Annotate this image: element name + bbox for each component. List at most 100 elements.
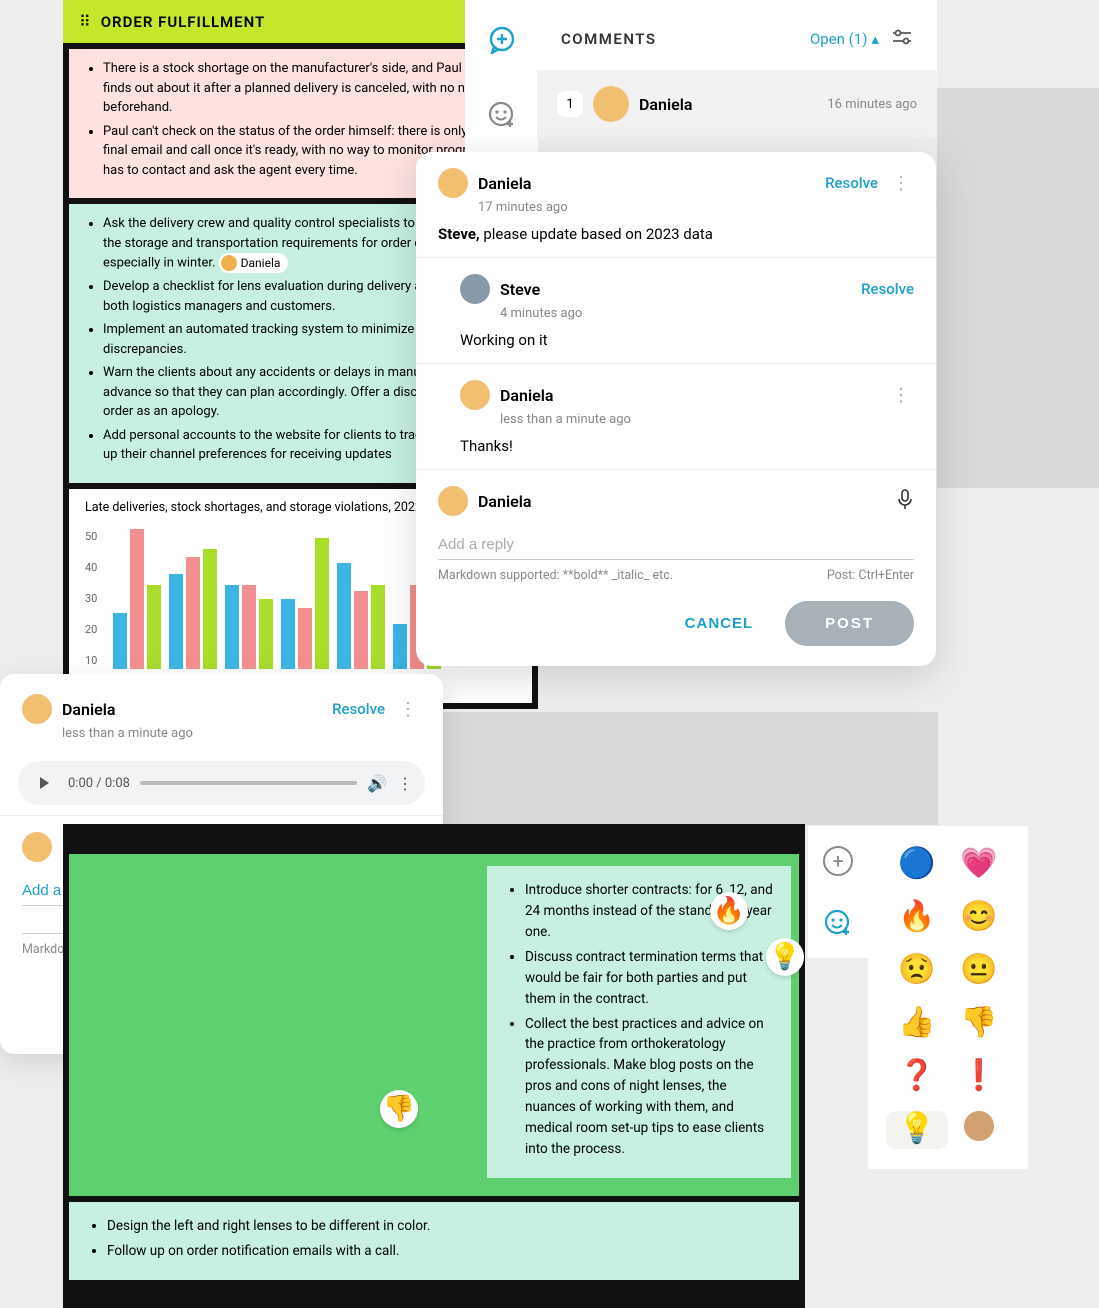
add-comment-icon[interactable]	[485, 24, 519, 58]
lower-document: Introduce shorter contracts: for 6, 12, …	[63, 824, 805, 1308]
comments-panel: COMMENTS Open (1) ▴ 1 Daniela 16 minutes…	[537, 0, 937, 138]
avatar	[22, 694, 52, 724]
reaction-heart[interactable]: 💗	[948, 846, 1010, 881]
reaction-exclaim[interactable]: ❗	[948, 1058, 1010, 1093]
bulb-reaction-sticker[interactable]: 💡	[766, 938, 804, 976]
bar	[337, 563, 351, 669]
author-name: Daniela	[478, 174, 531, 193]
cancel-button[interactable]: CANCEL	[667, 601, 772, 646]
settings-sliders-icon[interactable]	[891, 26, 913, 52]
list-item: Design the left and right lenses to be d…	[107, 1216, 781, 1237]
author-name: Steve	[500, 280, 540, 299]
resolve-button[interactable]: Resolve	[825, 174, 878, 192]
reaction-avatar[interactable]	[948, 1111, 1010, 1149]
timestamp: 16 minutes ago	[827, 97, 917, 112]
comment-body: Steve, please update based on 2023 data	[438, 225, 914, 243]
mention-chip[interactable]: Daniela	[219, 253, 289, 273]
audio-time: 0:00 / 0:08	[68, 776, 130, 791]
list-item: There is a stock shortage on the manufac…	[103, 59, 516, 118]
list-item: Discuss contract termination terms that …	[525, 947, 773, 1010]
bar	[393, 624, 407, 669]
bar	[259, 599, 273, 669]
author-name: Daniela	[500, 386, 553, 405]
add-comment-icon[interactable]: +	[823, 846, 853, 876]
bar	[225, 585, 239, 669]
drag-handle-icon[interactable]: ⠿	[79, 12, 91, 31]
avatar	[438, 486, 468, 516]
avatar	[22, 832, 52, 862]
avatar	[221, 255, 237, 271]
reaction-thumbs-down[interactable]: 👎	[948, 1005, 1010, 1040]
resolve-button[interactable]: Resolve	[861, 280, 914, 298]
bar	[130, 529, 144, 669]
thread-count: 1	[557, 91, 583, 117]
comment-reply: Steve Resolve 4 minutes ago Working on i…	[416, 258, 936, 364]
resolve-button[interactable]: Resolve	[332, 700, 385, 718]
avatar	[460, 274, 490, 304]
reaction-worried[interactable]: 😟	[886, 952, 948, 987]
panel-title: COMMENTS	[561, 30, 657, 48]
microphone-icon[interactable]	[896, 488, 914, 514]
avatar	[460, 380, 490, 410]
timestamp: less than a minute ago	[62, 726, 421, 741]
section-title: ORDER FULFILLMENT	[101, 13, 266, 31]
bar-group	[281, 538, 329, 670]
filter-open[interactable]: Open (1) ▴	[810, 30, 879, 48]
bar-group	[169, 549, 217, 669]
bar	[242, 585, 256, 669]
bar-group	[113, 529, 161, 669]
timestamp: 4 minutes ago	[500, 306, 914, 321]
timestamp: less than a minute ago	[500, 412, 914, 427]
avatar	[438, 168, 468, 198]
play-icon[interactable]	[30, 769, 58, 797]
reaction-neutral[interactable]: 😐	[948, 952, 1010, 987]
more-icon[interactable]: ⋮	[397, 774, 413, 793]
reaction-rail: +	[808, 826, 868, 958]
reply-user: Daniela	[478, 492, 531, 511]
list-item: Follow up on order notification emails w…	[107, 1241, 781, 1262]
comment-body: Working on it	[460, 331, 914, 349]
reaction-bulb[interactable]: 💡	[886, 1111, 948, 1149]
post-hint: Post: Ctrl+Enter	[827, 568, 914, 583]
bar	[113, 613, 127, 669]
bar	[169, 574, 183, 669]
post-button[interactable]: POST	[785, 601, 914, 646]
bar-group	[337, 563, 385, 669]
bar	[354, 591, 368, 669]
thread-summary[interactable]: 1 Daniela 16 minutes ago	[537, 70, 937, 138]
add-reaction-icon[interactable]	[485, 98, 519, 132]
more-icon[interactable]: ⋮	[395, 699, 421, 720]
bar	[203, 549, 217, 669]
reaction-fire[interactable]: 🔥	[886, 899, 948, 934]
bar-group	[225, 585, 273, 669]
timestamp: 17 minutes ago	[478, 200, 914, 215]
bar	[186, 557, 200, 669]
reply-input[interactable]	[438, 530, 914, 560]
bar	[315, 538, 329, 670]
reaction-thumbs-up[interactable]: 👍	[886, 1005, 948, 1040]
comment-reply: Daniela ⋮ less than a minute ago Thanks!	[416, 364, 936, 470]
audio-track[interactable]	[140, 781, 357, 785]
reaction-question[interactable]: ❓	[886, 1058, 948, 1093]
markdown-hint: Markdown supported: **bold** _italic_ et…	[438, 568, 673, 583]
reply-box: Daniela Markdown supported: **bold** _it…	[416, 470, 936, 666]
fire-reaction-sticker[interactable]: 🔥	[710, 892, 748, 930]
more-icon[interactable]: ⋮	[888, 173, 914, 194]
volume-icon[interactable]: 🔊	[367, 774, 387, 793]
reaction-smile[interactable]: 😊	[948, 899, 1010, 934]
side-grey-area	[937, 88, 1099, 488]
bar	[371, 585, 385, 669]
bar	[298, 608, 312, 670]
add-reaction-icon[interactable]	[823, 908, 853, 938]
list-item: Collect the best practices and advice on…	[525, 1014, 773, 1160]
teal-card-2: Design the left and right lenses to be d…	[69, 1202, 799, 1280]
comment-body: Thanks!	[460, 437, 914, 455]
comment: Daniela Resolve ⋮ 17 minutes ago Steve, …	[416, 152, 936, 258]
thumbs-down-reaction-sticker[interactable]: 👎	[380, 1090, 418, 1128]
more-icon[interactable]: ⋮	[888, 385, 914, 406]
reaction-blue-dot[interactable]: 🔵	[886, 846, 948, 881]
y-axis: 50 40 30 20 10	[85, 529, 97, 669]
reaction-picker: 🔵 💗 🔥 😊 😟 😐 👍 👎 ❓ ❗ 💡	[868, 826, 1028, 1169]
bar	[281, 599, 295, 669]
audio-player[interactable]: 0:00 / 0:08 🔊 ⋮	[18, 761, 425, 805]
